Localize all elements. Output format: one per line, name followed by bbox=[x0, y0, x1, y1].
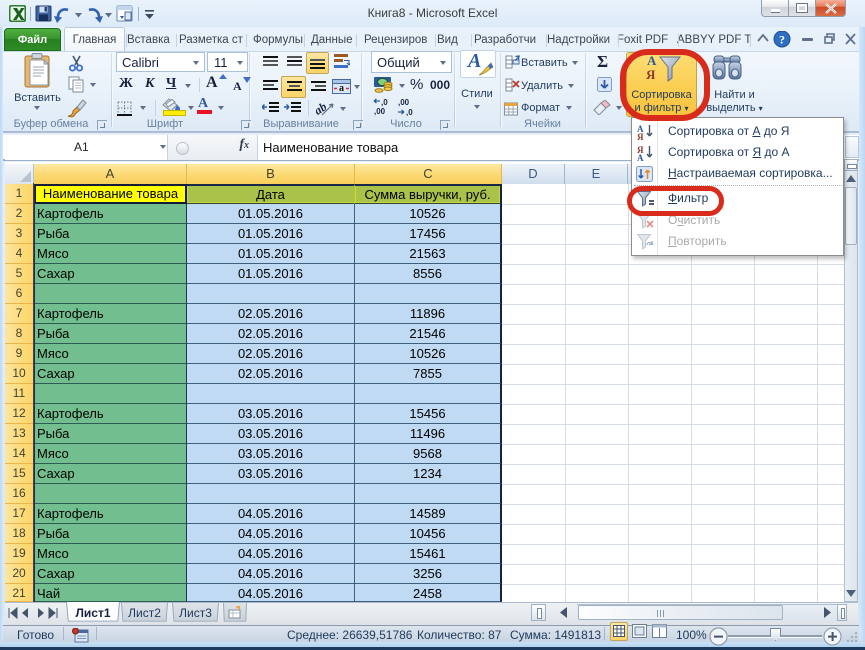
svg-text:a: a bbox=[339, 83, 344, 94]
svg-text:,00: ,00 bbox=[398, 98, 410, 107]
svg-text:,0: ,0 bbox=[381, 98, 388, 107]
svg-text:Я: Я bbox=[637, 132, 644, 140]
svg-text:А: А bbox=[637, 153, 644, 161]
svg-text:?: ? bbox=[779, 33, 785, 47]
svg-text:,00: ,00 bbox=[374, 107, 386, 116]
svg-text:,0: ,0 bbox=[406, 108, 413, 116]
